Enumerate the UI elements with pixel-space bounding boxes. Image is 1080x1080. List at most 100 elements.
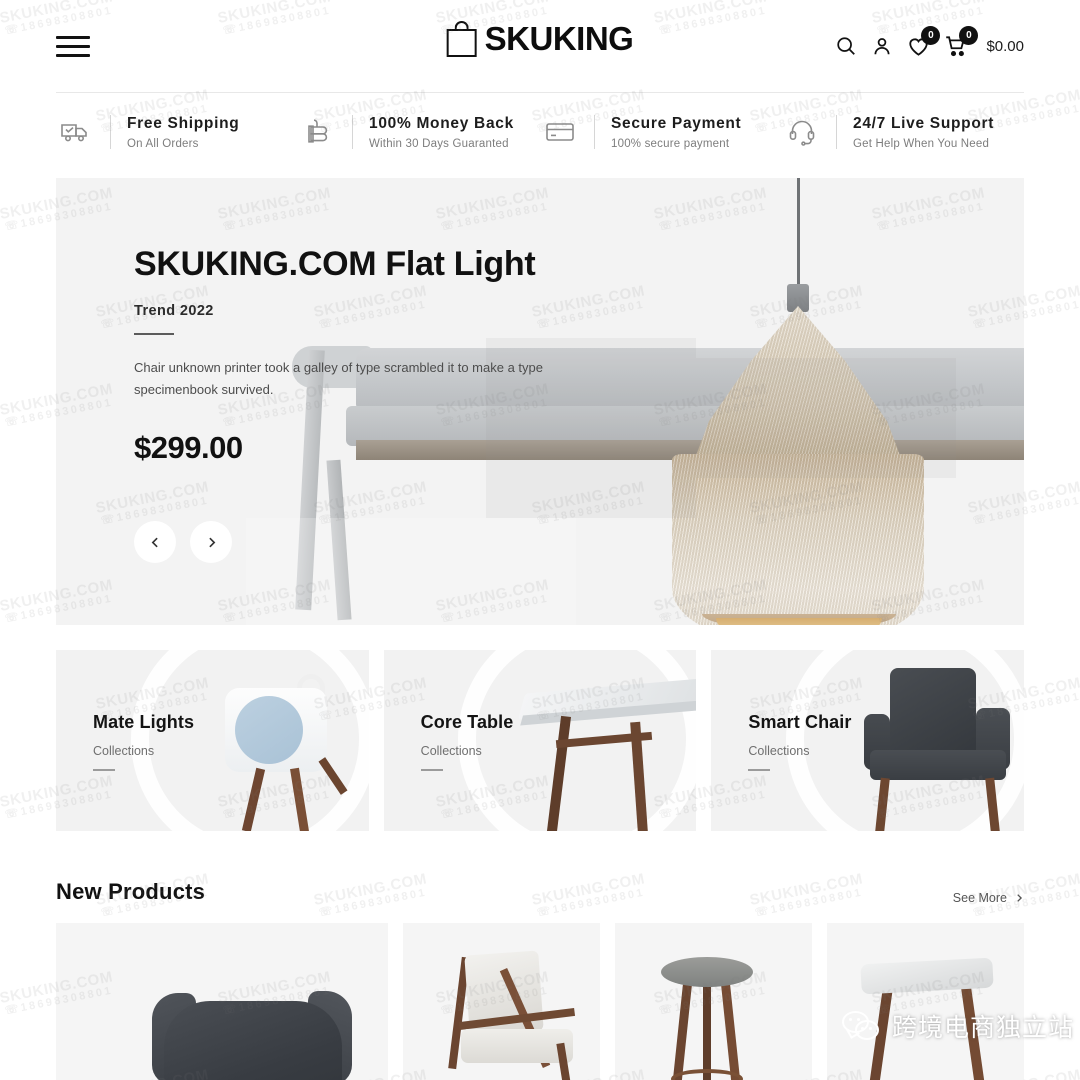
new-products-grid	[56, 923, 1024, 1080]
feature-divider	[836, 115, 837, 149]
smart-chair-image	[834, 650, 1024, 831]
wechat-bubble-small	[854, 1020, 879, 1040]
chair-leg	[985, 777, 1000, 831]
hero-title: SKUKING.COM Flat Light	[134, 245, 536, 283]
category-subtitle: Collections	[420, 744, 482, 758]
category-copy: Mate Lights Collections	[93, 712, 194, 771]
feature-item-money-back: 100% Money Back Within 30 Days Guaranted	[298, 114, 540, 150]
product-card-light-wood-armchair[interactable]	[403, 923, 600, 1080]
feature-item-free-shipping: Free Shipping On All Orders	[56, 114, 298, 150]
hamburger-menu-icon[interactable]	[56, 35, 90, 57]
category-title: Core Table	[420, 712, 514, 732]
logo-text: SKUKING	[484, 20, 634, 57]
stool-leg	[670, 978, 693, 1080]
category-card-mate-lights[interactable]: Mate Lights Collections	[56, 650, 369, 831]
see-more-label: See More	[952, 891, 1007, 905]
page-root: SKUKING 0 0 $0.00 Free Shipping On All O…	[0, 0, 1080, 1080]
credit-card-icon	[540, 114, 580, 150]
category-subtitle: Collections	[748, 744, 810, 758]
stool-leg	[703, 979, 711, 1080]
feature-divider	[110, 115, 111, 149]
carousel-next-button[interactable]	[190, 521, 232, 563]
search-icon[interactable]	[835, 35, 857, 57]
burger-bar	[56, 44, 90, 48]
feature-title: Secure Payment	[611, 114, 742, 132]
burger-bar	[56, 35, 90, 39]
stool-leg	[720, 978, 743, 1080]
category-divider	[748, 769, 771, 771]
chair-body	[164, 1001, 342, 1080]
delivery-truck-icon	[56, 114, 96, 150]
feature-item-secure-payment: Secure Payment 100% secure payment	[540, 114, 782, 150]
user-account-icon[interactable]	[871, 35, 893, 57]
feature-subtitle: Within 30 Days Guaranted	[369, 137, 509, 150]
see-more-link[interactable]: See More	[953, 891, 1024, 905]
cart-amount[interactable]: $0.00	[986, 38, 1024, 55]
site-logo[interactable]: SKUKING	[446, 20, 634, 58]
wechat-label: 跨境电商独立站	[891, 1013, 1074, 1042]
stool-marble-top	[860, 957, 994, 995]
category-divider	[93, 769, 115, 771]
pendant-cord	[797, 178, 800, 288]
shopping-bag-icon	[446, 21, 477, 57]
hero-description: Chair unknown printer took a galley of t…	[134, 360, 543, 397]
overlay-patch	[246, 518, 576, 625]
hero-controls	[134, 521, 232, 563]
feature-title: 100% Money Back	[369, 114, 514, 132]
lamp-leg	[318, 757, 348, 795]
category-subtitle: Collections	[93, 744, 155, 758]
carousel-prev-button[interactable]	[134, 521, 176, 563]
hero-carousel[interactable]: SKUKING.COM Flat Light Trend 2022 Chair …	[56, 178, 1024, 625]
chevron-right-icon	[1017, 894, 1023, 902]
site-header: SKUKING 0 0 $0.00	[0, 0, 1080, 92]
category-card-row: Mate Lights Collections Core Table Colle…	[56, 650, 1025, 831]
category-title: Smart Chair	[748, 712, 852, 732]
shopping-cart-icon[interactable]: 0	[944, 25, 979, 58]
pendant-inner-glow	[716, 618, 882, 625]
lamp-face	[234, 696, 303, 764]
header-actions: 0 0 $0.00	[835, 25, 1024, 58]
feature-subtitle: On All Orders	[127, 137, 199, 150]
category-copy: Smart Chair Collections	[748, 712, 851, 771]
bag-body	[446, 29, 477, 57]
category-divider	[420, 769, 443, 771]
stool-seat	[661, 957, 753, 987]
product-card-dark-wing-chair[interactable]	[56, 923, 388, 1080]
feature-title: Free Shipping	[127, 114, 240, 132]
lamp-leg	[289, 767, 309, 831]
new-products-header: New Products See More	[56, 879, 1024, 905]
product-card-wooden-bar-stool[interactable]	[615, 923, 812, 1080]
category-title: Mate Lights	[93, 712, 195, 732]
feature-item-live-support: 24/7 Live Support Get Help When You Need	[782, 114, 1024, 150]
category-card-core-table[interactable]: Core Table Collections	[383, 650, 697, 831]
product-card-marble-top-stool[interactable]	[827, 923, 1024, 1080]
lamp-leg	[241, 767, 265, 831]
wechat-overlay: 跨境电商独立站	[841, 1008, 1074, 1044]
hero-price: $299.00	[134, 430, 243, 466]
headset-icon	[782, 114, 822, 150]
feature-bar: Free Shipping On All Orders 100% Money B…	[0, 92, 1080, 168]
feature-title: 24/7 Live Support	[853, 114, 995, 132]
chair-seat	[870, 750, 1007, 780]
mate-lights-image	[179, 650, 369, 831]
chair-leg	[875, 777, 890, 831]
table-leg	[547, 715, 572, 831]
section-title: New Products	[56, 879, 206, 904]
category-card-smart-chair[interactable]: Smart Chair Collections	[711, 650, 1025, 831]
hero-copy: SKUKING.COM Flat Light Trend 2022 Chair …	[134, 245, 564, 466]
cart-count-badge: 0	[959, 25, 979, 45]
feature-subtitle: Get Help When You Need	[853, 137, 990, 150]
feature-divider	[352, 115, 353, 149]
burger-bar	[56, 53, 90, 57]
feature-subtitle: 100% secure payment	[611, 137, 730, 150]
pendant-shade-bowl	[672, 454, 924, 625]
overlay-patch	[696, 358, 956, 478]
hero-divider	[134, 333, 174, 336]
category-copy: Core Table Collections	[420, 712, 514, 771]
wechat-icon	[841, 1009, 882, 1043]
feature-divider	[594, 115, 595, 149]
wishlist-icon[interactable]: 0	[907, 25, 941, 58]
thumbs-up-icon	[298, 114, 338, 150]
wishlist-count-badge: 0	[921, 25, 941, 45]
hero-subtitle: Trend 2022	[134, 303, 214, 320]
